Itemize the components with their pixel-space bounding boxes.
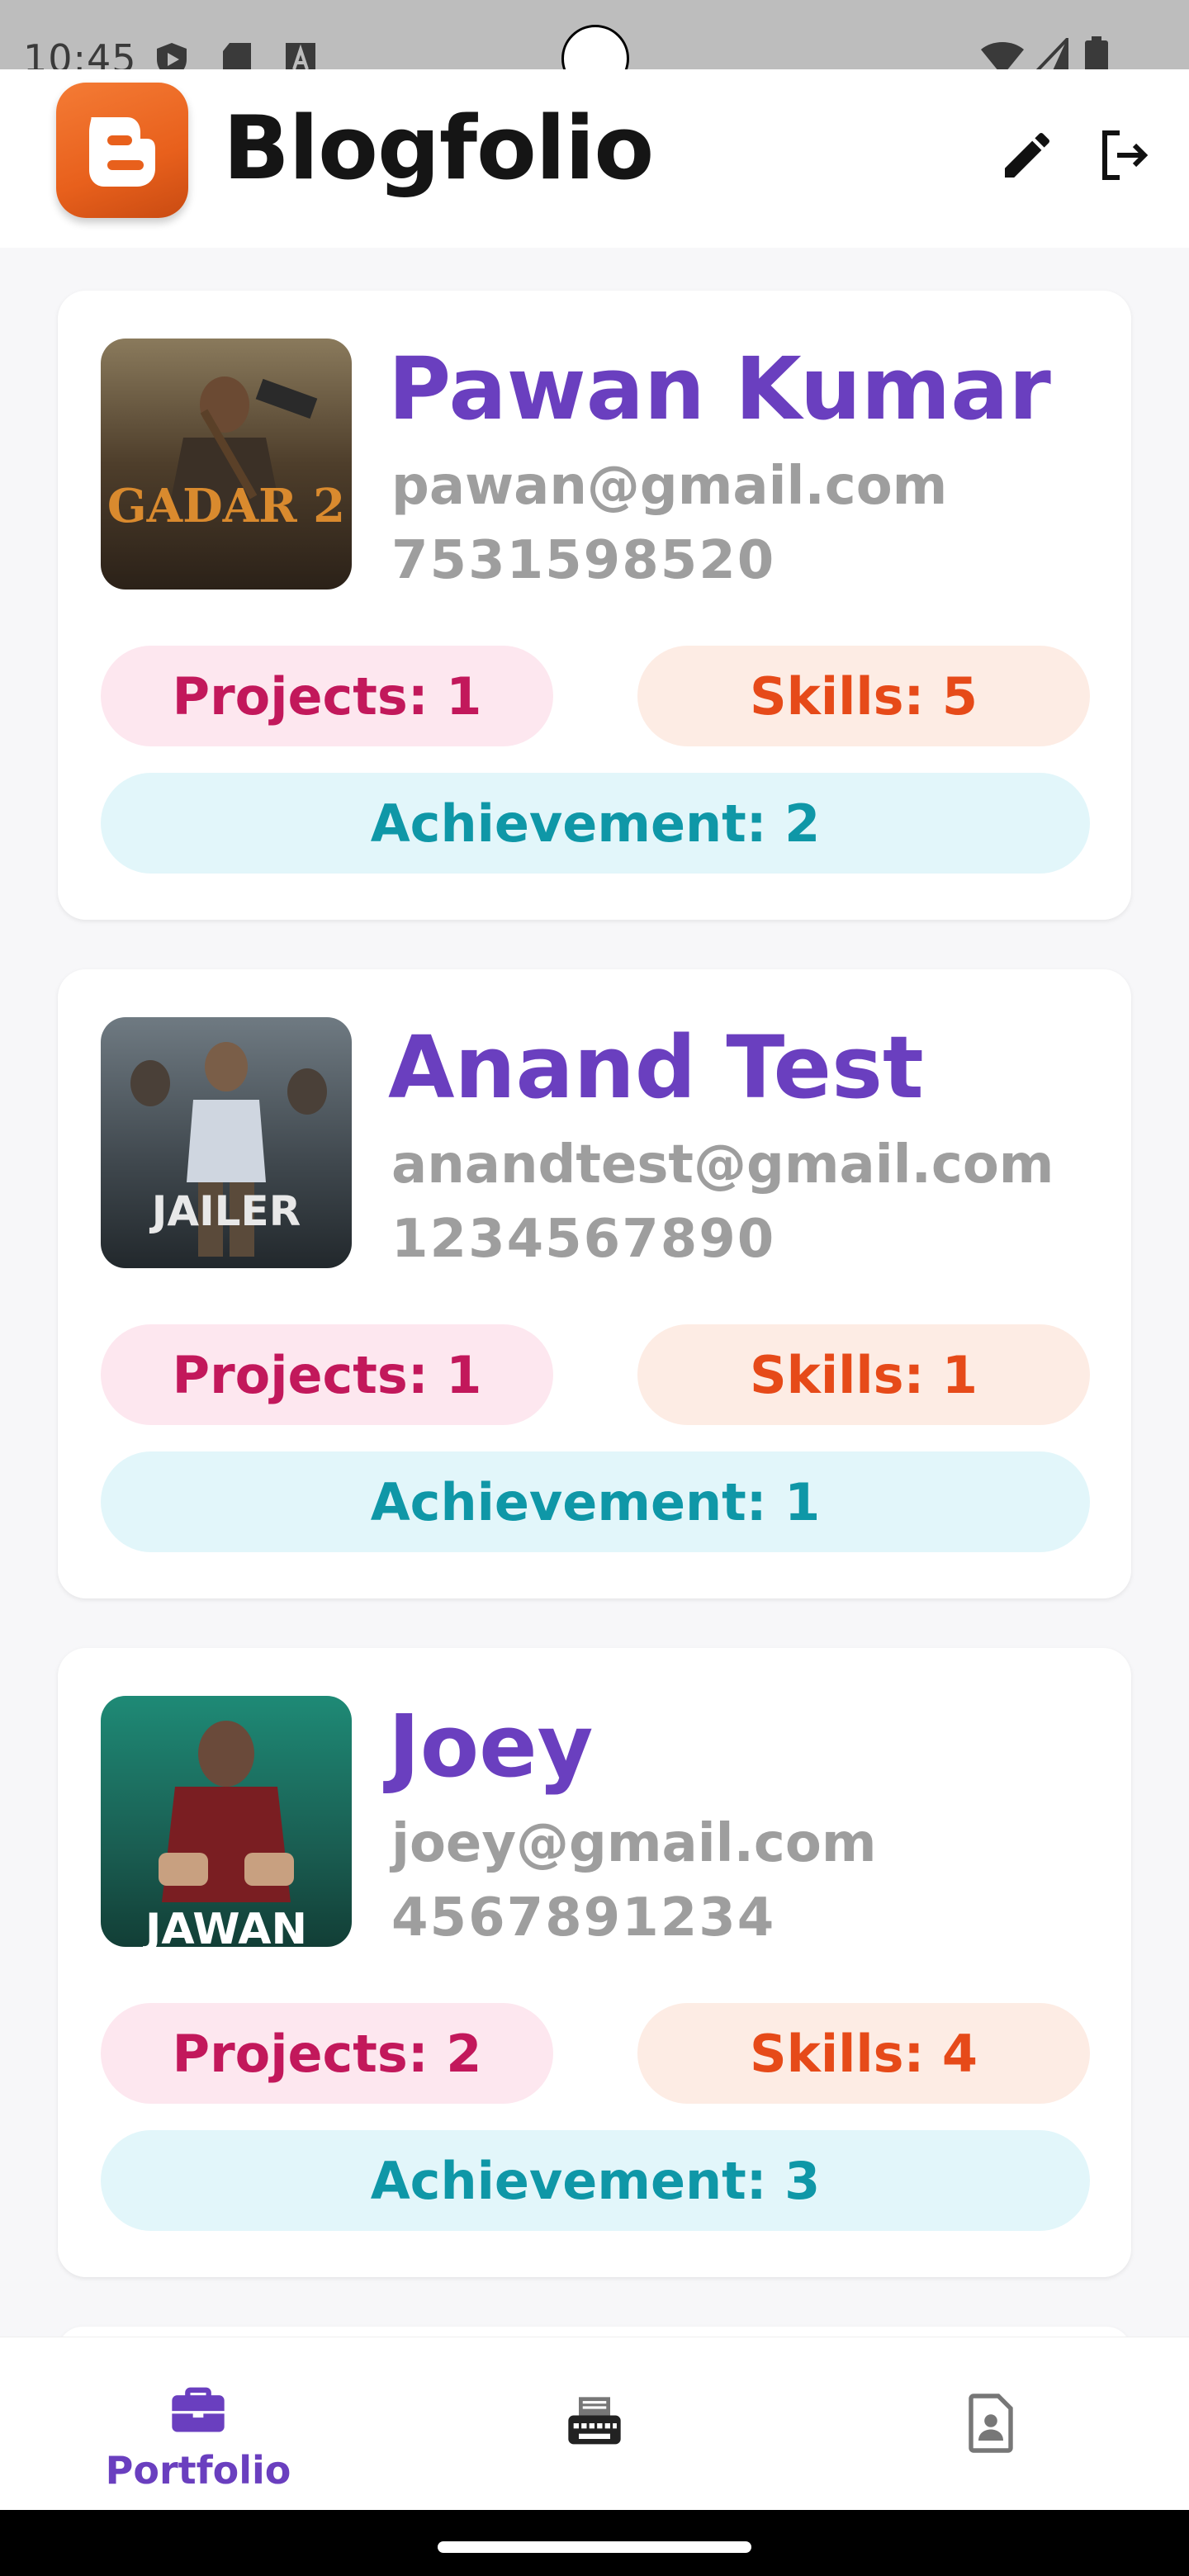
skills-count-chip[interactable]: Skills: 5 <box>637 646 1090 746</box>
skills-count-chip[interactable]: Skills: 1 <box>637 1324 1090 1425</box>
nav-item-blogs[interactable] <box>396 2337 793 2511</box>
bottom-navigation: Portfolio <box>0 2337 1189 2510</box>
profile-email: pawan@gmail.com <box>391 456 948 517</box>
home-gesture-handle[interactable] <box>438 2541 751 2553</box>
poster-title: GADAR 2 <box>107 479 345 533</box>
profile-phone: 7531598520 <box>391 530 776 591</box>
movie-poster-image: JAILER <box>101 1017 352 1268</box>
profile-avatar: JAILER <box>101 1017 352 1268</box>
profile-card[interactable]: JAILER Anand Test anandtest@gmail.com 12… <box>58 969 1131 1598</box>
logout-icon <box>1102 130 1149 180</box>
system-navigation-bar <box>0 2510 1189 2576</box>
contact-page-icon <box>969 2394 1013 2453</box>
edit-button[interactable] <box>988 116 1067 195</box>
profile-card[interactable]: GADAR 2 Pawan Kumar pawan@gmail.com 7531… <box>58 291 1131 920</box>
pencil-icon <box>1005 132 1050 178</box>
profile-card[interactable]: JAWAN Joey joey@gmail.com 4567891234 Pro… <box>58 1648 1131 2277</box>
achievement-count-chip[interactable]: Achievement: 1 <box>101 1451 1090 1552</box>
logout-button[interactable] <box>1085 116 1164 195</box>
typewriter-icon <box>568 2397 621 2445</box>
profile-avatar: JAWAN <box>101 1696 352 1947</box>
poster-title: JAWAN <box>143 1905 307 1947</box>
movie-poster-image: GADAR 2 <box>101 339 352 590</box>
profile-name: Joey <box>388 1696 594 1797</box>
nav-label-portfolio: Portfolio <box>105 2448 291 2493</box>
profile-avatar: GADAR 2 <box>101 339 352 590</box>
nav-item-contacts[interactable] <box>793 2337 1189 2511</box>
profile-email: joey@gmail.com <box>391 1813 877 1874</box>
profile-name: Pawan Kumar <box>388 339 1051 439</box>
nav-item-portfolio[interactable]: Portfolio <box>0 2337 396 2511</box>
poster-title: JAILER <box>149 1187 301 1235</box>
profile-phone: 1234567890 <box>391 1209 776 1270</box>
projects-count-chip[interactable]: Projects: 1 <box>101 1324 553 1425</box>
projects-count-chip[interactable]: Projects: 2 <box>101 2003 553 2104</box>
profile-name: Anand Test <box>388 1017 924 1118</box>
status-bar: 10:45 <box>0 0 1189 92</box>
blogger-logo-icon <box>89 117 155 187</box>
app-title: Blogfolio <box>223 97 654 199</box>
movie-poster-image: JAWAN <box>101 1696 352 1947</box>
briefcase-icon <box>172 2387 225 2432</box>
achievement-count-chip[interactable]: Achievement: 2 <box>101 773 1090 874</box>
achievement-count-chip[interactable]: Achievement: 3 <box>101 2130 1090 2231</box>
projects-count-chip[interactable]: Projects: 1 <box>101 646 553 746</box>
profile-phone: 4567891234 <box>391 1887 776 1949</box>
skills-count-chip[interactable]: Skills: 4 <box>637 2003 1090 2104</box>
screen: 10:45 Blogfolio GADAR 2 Pawan Kumar pawa… <box>0 0 1189 2576</box>
profile-email: anandtest@gmail.com <box>391 1134 1054 1196</box>
app-logo <box>56 83 188 218</box>
